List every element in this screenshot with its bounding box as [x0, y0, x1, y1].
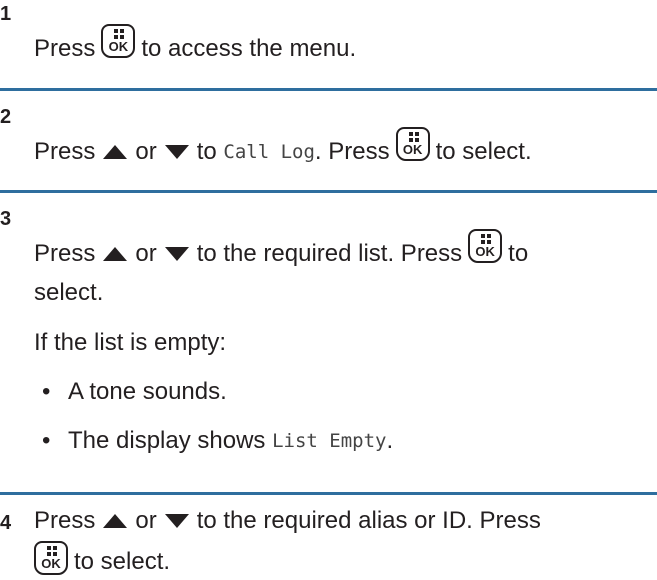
- separator: [0, 492, 657, 495]
- text-display-shows: The display shows: [68, 427, 266, 454]
- separator: [0, 190, 657, 193]
- text-instruction: to the required list. Press: [196, 240, 463, 267]
- text-press: Press: [34, 507, 96, 534]
- text-instruction: to the required alias or ID. Press: [196, 507, 541, 534]
- up-arrow-icon: [103, 247, 128, 261]
- step-text: Press or to the required alias or ID. Pr…: [34, 506, 541, 536]
- text-press: . Press: [314, 138, 390, 165]
- bullet-item: The display shows List Empty.: [68, 426, 393, 456]
- text-press: Press: [34, 240, 96, 267]
- separator: [0, 88, 657, 91]
- step-text: Press or to Call Log. Press OK to select…: [34, 127, 532, 169]
- text-press: Press: [34, 35, 96, 62]
- step-number: 1: [0, 3, 12, 25]
- display-text-list-empty: List Empty: [272, 430, 387, 452]
- step-number: 2: [0, 106, 12, 128]
- text-to-select: to select.: [435, 138, 532, 165]
- text-or: or: [135, 507, 157, 534]
- text-press: Press: [34, 138, 96, 165]
- step-text-cont: OK to select.: [34, 541, 171, 579]
- text-instruction: to access the menu.: [141, 35, 357, 62]
- text-to: to: [508, 240, 529, 267]
- text-period: .: [386, 427, 394, 454]
- menu-ok-key-icon: OK: [468, 229, 503, 263]
- step-text: Press or to the required list. Press OK …: [34, 229, 529, 271]
- up-arrow-icon: [103, 145, 128, 159]
- menu-ok-key-icon: OK: [101, 24, 136, 58]
- text-to: to: [196, 138, 217, 165]
- empty-intro: If the list is empty:: [34, 329, 227, 356]
- text-or: or: [135, 240, 157, 267]
- down-arrow-icon: [164, 247, 189, 261]
- bullet-marker: •: [42, 378, 51, 405]
- bullet-marker: •: [42, 427, 51, 454]
- bullet-item: A tone sounds.: [68, 378, 227, 405]
- down-arrow-icon: [164, 145, 189, 159]
- step-number: 3: [0, 208, 12, 230]
- step-text: Press OK to access the menu.: [34, 24, 357, 66]
- text-or: or: [135, 138, 157, 165]
- menu-item-call-log: Call Log: [223, 141, 315, 163]
- up-arrow-icon: [103, 514, 128, 528]
- step-number: 4: [0, 512, 12, 534]
- menu-ok-key-icon: OK: [34, 541, 68, 575]
- step-text-cont: select.: [34, 279, 104, 306]
- down-arrow-icon: [164, 514, 189, 528]
- text-to-select: to select.: [74, 548, 171, 575]
- menu-ok-key-icon: OK: [395, 127, 430, 161]
